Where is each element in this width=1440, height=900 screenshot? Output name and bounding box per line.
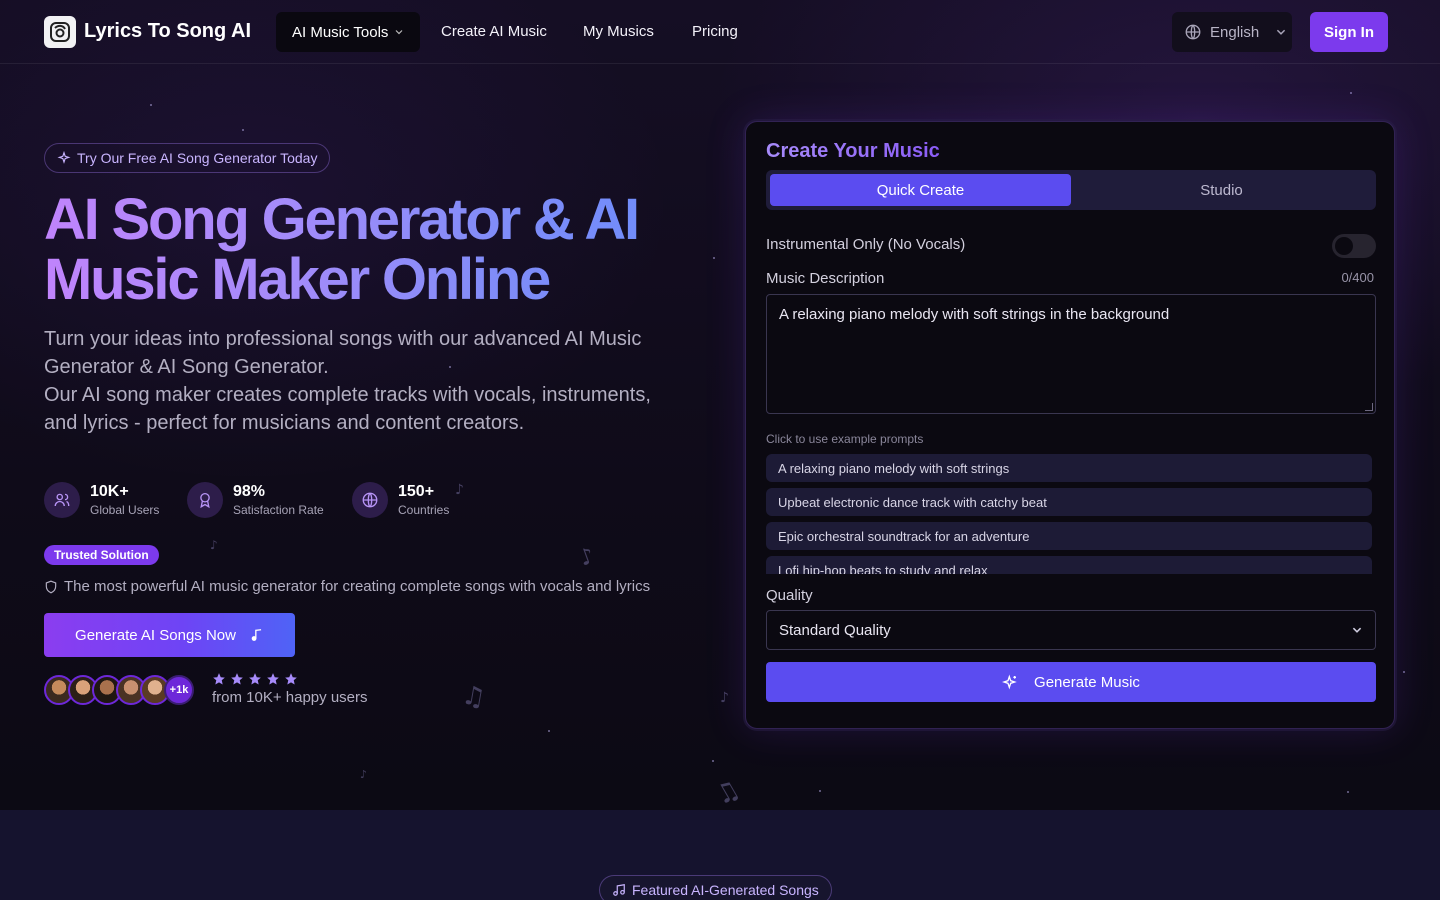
quality-select[interactable]: Standard Quality [766, 610, 1376, 650]
trust-text: The most powerful AI music generator for… [64, 578, 651, 595]
stat-satisfaction: 98% Satisfaction Rate [187, 482, 324, 518]
ai-music-tools-dropdown[interactable]: AI Music Tools [276, 12, 421, 52]
instrumental-label: Instrumental Only (No Vocals) [766, 236, 966, 253]
example-prompts-list[interactable]: A relaxing piano melody with soft string… [766, 454, 1372, 574]
featured-text: Featured AI-Generated Songs [632, 882, 819, 898]
star-icon [231, 673, 243, 685]
language-selector[interactable]: English [1172, 12, 1292, 52]
award-icon [187, 482, 223, 518]
more-users-badge: +1k [164, 675, 194, 705]
hero-description-line2: Our AI song maker creates complete track… [44, 384, 651, 434]
char-count: 0/400 [1341, 270, 1374, 285]
free-generator-pill: Try Our Free AI Song Generator Today [44, 143, 331, 173]
users-icon [44, 482, 80, 518]
quality-label: Quality [766, 587, 813, 604]
generate-ai-songs-button[interactable]: Generate AI Songs Now [44, 613, 295, 657]
stat-countries: 150+ Countries [352, 482, 449, 518]
quality-value: Standard Quality [779, 621, 891, 639]
chevron-down-icon [1277, 29, 1286, 35]
stat-value: 150+ [398, 483, 435, 500]
sparkles-icon [1002, 674, 1017, 690]
hero-description: Turn your ideas into professional songs … [44, 325, 654, 437]
globe-icon [1185, 24, 1201, 40]
create-music-card: Create Your Music Quick Create Studio In… [745, 121, 1395, 729]
description-value: A relaxing piano melody with soft string… [779, 306, 1170, 323]
featured-songs-pill: Featured AI-Generated Songs [599, 875, 832, 900]
globe-icon [352, 482, 388, 518]
chevron-down-icon [1352, 627, 1362, 633]
nav-create-ai-music[interactable]: Create AI Music [441, 23, 547, 40]
cta-label: Generate AI Songs Now [75, 626, 236, 644]
stat-label: Global Users [90, 503, 160, 517]
chevron-down-icon [396, 30, 403, 35]
hero-title: AI Song Generator & AI Music Maker Onlin… [44, 190, 684, 310]
nav-my-musics[interactable]: My Musics [583, 23, 654, 40]
music-note-icon [251, 629, 262, 641]
example-prompt[interactable]: Upbeat electronic dance track with catch… [766, 488, 1372, 516]
hero-title-line2: Music Maker Online [44, 247, 550, 312]
stat-label: Satisfaction Rate [233, 503, 324, 517]
star-icon [267, 673, 279, 685]
example-prompt[interactable]: Epic orchestral soundtrack for an advent… [766, 522, 1372, 550]
trusted-solution-badge: Trusted Solution [44, 545, 159, 565]
stat-value: 10K+ [90, 483, 129, 500]
generate-music-button[interactable]: Generate Music [766, 662, 1376, 702]
generate-music-label: Generate Music [1034, 673, 1140, 691]
happy-users-text: from 10K+ happy users [212, 689, 368, 706]
shield-icon [45, 580, 57, 593]
resize-handle[interactable] [1365, 403, 1373, 411]
stat-label: Countries [398, 503, 450, 517]
sparkles-icon [57, 151, 71, 164]
top-navbar: Lyrics To Song AI AI Music Tools Create … [0, 0, 1440, 64]
brand-name[interactable]: Lyrics To Song AI [84, 20, 251, 43]
stat-global-users: 10K+ Global Users [44, 482, 159, 518]
music-note-icon [613, 884, 625, 896]
mode-tabs: Quick Create Studio [766, 170, 1376, 210]
tab-studio[interactable]: Studio [1071, 174, 1372, 206]
ai-music-tools-label: AI Music Tools [292, 23, 389, 41]
prompt-hint: Click to use example prompts [766, 432, 924, 446]
hero-title-line1: AI Song Generator & AI [44, 187, 638, 252]
music-description-textarea[interactable]: A relaxing piano melody with soft string… [766, 294, 1376, 414]
instrumental-toggle[interactable] [1332, 234, 1376, 258]
music-description-label: Music Description [766, 270, 885, 287]
star-icon [285, 673, 297, 685]
example-prompt[interactable]: A relaxing piano melody with soft string… [766, 454, 1372, 482]
stat-value: 98% [233, 483, 266, 500]
rating-stars [212, 672, 298, 686]
pill-text: Try Our Free AI Song Generator Today [77, 150, 318, 166]
example-prompt[interactable]: Lofi hip-hop beats to study and relax [766, 556, 1372, 574]
sign-in-button[interactable]: Sign In [1310, 12, 1388, 52]
star-icon [249, 673, 261, 685]
language-label: English [1210, 23, 1260, 41]
logo-icon[interactable] [44, 16, 76, 48]
hero-description-line1: Turn your ideas into professional songs … [44, 328, 642, 378]
tab-quick-create[interactable]: Quick Create [770, 174, 1071, 206]
card-title: Create Your Music [766, 140, 940, 162]
star-icon [213, 673, 225, 685]
nav-pricing[interactable]: Pricing [692, 23, 738, 40]
trust-statement: The most powerful AI music generator for… [44, 578, 650, 595]
